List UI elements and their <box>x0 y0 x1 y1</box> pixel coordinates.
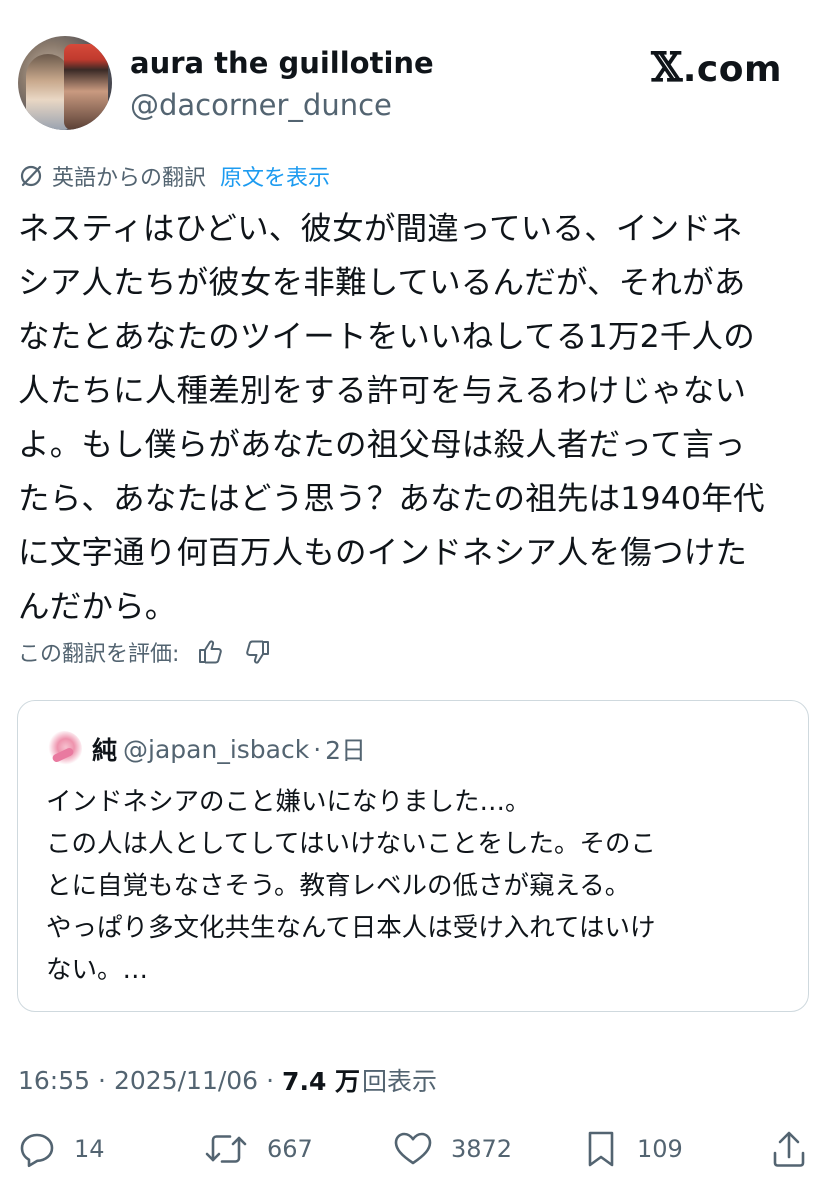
bookmark-button[interactable]: 109 <box>583 1126 683 1172</box>
action-bar: 14 667 3872 109 <box>18 1126 810 1172</box>
rate-translation: この翻訳を評価: <box>18 634 275 670</box>
meta-separator: · <box>98 1065 106 1095</box>
view-count-label: 回表示 <box>362 1067 438 1096</box>
translation-notice: 英語からの翻訳 原文を表示 <box>18 160 330 192</box>
quoted-author-avatar[interactable] <box>46 731 82 767</box>
thumbs-down-icon[interactable] <box>241 635 275 669</box>
repost-button[interactable]: 667 <box>203 1126 313 1172</box>
quoted-tweet-text: インドネシアのこと嫌いになりました…。 この人は人としてしてはいけないことをした… <box>46 787 656 985</box>
share-button[interactable] <box>770 1126 826 1172</box>
heart-icon <box>394 1132 432 1165</box>
translation-label: 英語からの翻訳 <box>52 166 207 191</box>
repost-count: 667 <box>267 1135 313 1163</box>
quoted-author-handle[interactable]: @japan_isback <box>123 735 309 764</box>
quoted-tweet-header: 純 @japan_isback · 2日 <box>46 731 366 767</box>
author-display-name[interactable]: aura the guillotine <box>130 46 434 80</box>
quoted-author-name[interactable]: 純 <box>92 731 117 767</box>
x-logo-icon: 𝕏 <box>651 44 683 91</box>
x-com-logo: 𝕏.com <box>651 44 782 91</box>
author-handle[interactable]: @dacorner_dunce <box>130 88 392 122</box>
tweet-header: aura the guillotine @dacorner_dunce 𝕏.co… <box>18 36 808 136</box>
translate-icon <box>18 163 44 189</box>
repost-icon <box>205 1135 247 1163</box>
author-avatar[interactable] <box>18 36 112 130</box>
bookmark-count: 109 <box>637 1135 683 1163</box>
like-button[interactable]: 3872 <box>393 1126 512 1172</box>
x-logo-domain: .com <box>682 49 782 90</box>
show-original-link[interactable]: 原文を表示 <box>220 160 330 192</box>
bookmark-icon <box>588 1131 614 1167</box>
tweet-text: ネスティはひどい、彼女が間違っている、インドネ シア人たちが彼女を非難しているん… <box>18 211 765 625</box>
avatar-figure-right <box>64 44 108 130</box>
share-icon <box>773 1131 805 1167</box>
view-count: 7.4 万 <box>282 1067 361 1096</box>
quoted-separator: · <box>313 734 322 764</box>
rate-translation-label: この翻訳を評価: <box>18 642 180 667</box>
quoted-tweet[interactable]: 純 @japan_isback · 2日 インドネシアのこと嫌いになりました…。… <box>17 700 809 1012</box>
reply-button[interactable]: 14 <box>18 1126 105 1172</box>
thumbs-up-icon[interactable] <box>193 635 227 669</box>
meta-separator: · <box>266 1065 275 1095</box>
tweet-metadata: 16:55 · 2025/11/06 · 7.4 万 回表示 <box>18 1060 437 1100</box>
like-count: 3872 <box>451 1135 513 1163</box>
tweet-time[interactable]: 16:55 <box>18 1066 90 1095</box>
reply-count: 14 <box>74 1135 105 1163</box>
quoted-timestamp[interactable]: 2日 <box>325 731 366 767</box>
reply-icon <box>20 1133 54 1168</box>
tweet-date[interactable]: 2025/11/06 <box>114 1066 258 1095</box>
